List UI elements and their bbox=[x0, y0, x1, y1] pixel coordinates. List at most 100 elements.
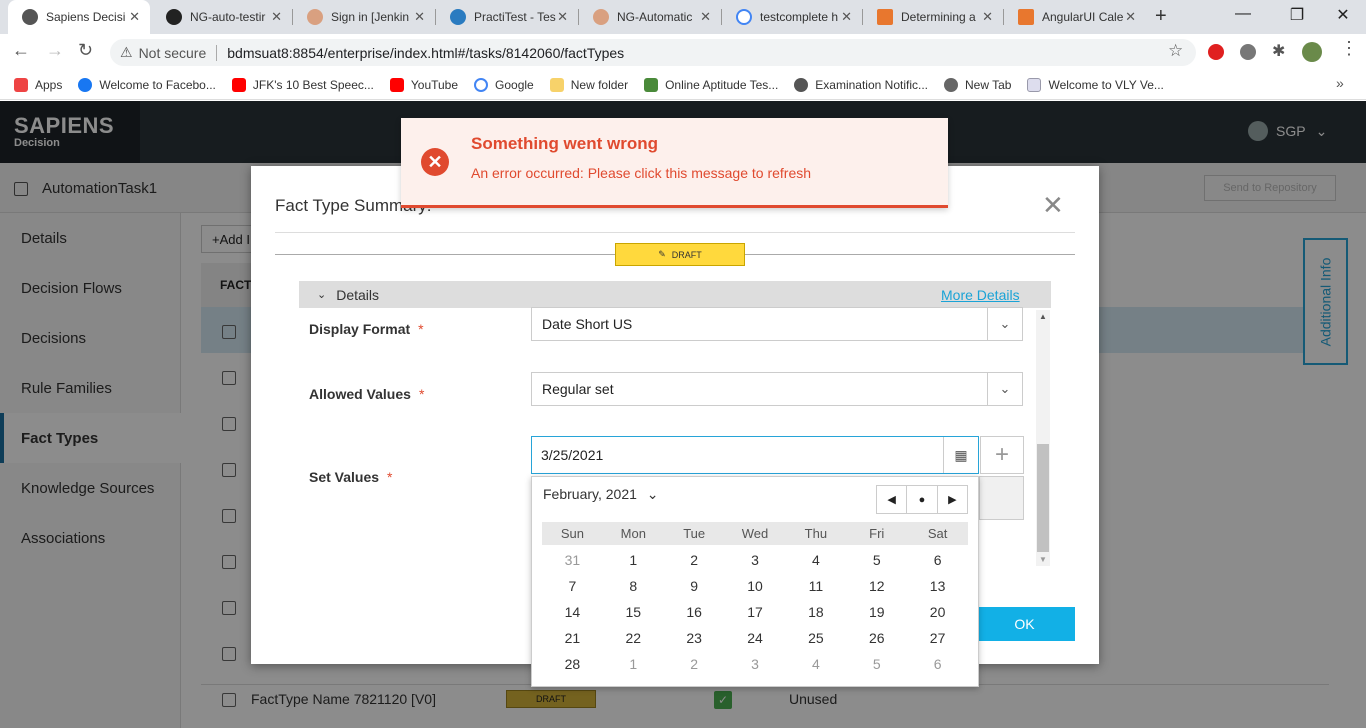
close-icon[interactable]: ✕ bbox=[129, 9, 140, 25]
calendar-day[interactable]: 2 bbox=[664, 547, 725, 573]
calendar-day[interactable]: 28 bbox=[542, 651, 603, 677]
bookmark-item[interactable]: Google bbox=[474, 77, 534, 92]
add-value-button[interactable]: + bbox=[980, 436, 1024, 474]
scrollbar-thumb[interactable] bbox=[1037, 444, 1049, 552]
values-list[interactable] bbox=[979, 476, 1024, 520]
chevron-down-icon[interactable]: ⌄ bbox=[987, 308, 1022, 340]
close-icon[interactable]: ✕ bbox=[414, 9, 425, 25]
browser-tab-sapiens[interactable]: Sapiens Decisi ✕ bbox=[8, 0, 150, 34]
scroll-down-icon[interactable]: ▼ bbox=[1039, 555, 1047, 564]
extension-icon[interactable] bbox=[1240, 44, 1256, 60]
close-icon[interactable]: ✕ bbox=[700, 9, 711, 25]
calendar-day[interactable]: 27 bbox=[907, 625, 968, 651]
calendar-day[interactable]: 18 bbox=[785, 599, 846, 625]
month-selector[interactable]: February, 2021 ⌄ bbox=[543, 486, 659, 503]
bookmark-item[interactable]: New Tab bbox=[944, 77, 1011, 92]
toast-title[interactable]: Something went wrong bbox=[471, 134, 658, 154]
bookmark-item[interactable]: JFK's 10 Best Speec... bbox=[231, 77, 374, 92]
browser-tab[interactable]: NG-Automatic ✕ bbox=[579, 0, 721, 34]
calendar-icon[interactable]: ▦ bbox=[943, 437, 978, 473]
calendar-day[interactable]: 23 bbox=[664, 625, 725, 651]
calendar-day[interactable]: 15 bbox=[603, 599, 664, 625]
today-button[interactable]: ● bbox=[907, 486, 938, 513]
address-bar[interactable]: ⚠ Not secure bdmsuat8:8854/enterprise/in… bbox=[110, 39, 1196, 66]
calendar-day[interactable]: 12 bbox=[846, 573, 907, 599]
calendar-day[interactable]: 3 bbox=[725, 547, 786, 573]
minimize-button[interactable]: — bbox=[1228, 5, 1258, 23]
calendar-day[interactable]: 1 bbox=[603, 547, 664, 573]
calendar-day[interactable]: 8 bbox=[603, 573, 664, 599]
calendar-day[interactable]: 11 bbox=[785, 573, 846, 599]
calendar-day[interactable]: 1 bbox=[603, 651, 664, 677]
calendar-day[interactable]: 10 bbox=[725, 573, 786, 599]
close-icon[interactable]: ✕ bbox=[841, 9, 852, 25]
calendar-day[interactable]: 20 bbox=[907, 599, 968, 625]
calendar-day[interactable]: 26 bbox=[846, 625, 907, 651]
maximize-button[interactable]: ❐ bbox=[1282, 5, 1312, 25]
error-toast[interactable] bbox=[401, 118, 948, 208]
calendar-day[interactable]: 21 bbox=[542, 625, 603, 651]
close-icon[interactable]: ✕ bbox=[557, 9, 568, 25]
display-format-select[interactable]: Date Short US ⌄ bbox=[531, 307, 1023, 341]
calendar-day[interactable]: 4 bbox=[785, 547, 846, 573]
ok-button[interactable]: OK bbox=[974, 607, 1075, 641]
back-button[interactable]: ← bbox=[12, 40, 30, 61]
bookmark-item[interactable]: Examination Notific... bbox=[794, 77, 928, 92]
calendar-day[interactable]: 17 bbox=[725, 599, 786, 625]
bookmark-item[interactable]: Online Aptitude Tes... bbox=[644, 77, 778, 92]
calendar-day[interactable]: 24 bbox=[725, 625, 786, 651]
calendar-day[interactable]: 14 bbox=[542, 599, 603, 625]
calendar-day[interactable]: 9 bbox=[664, 573, 725, 599]
browser-tab[interactable]: PractiTest - Tes ✕ bbox=[436, 0, 578, 34]
forward-button[interactable]: → bbox=[46, 40, 64, 61]
close-icon[interactable]: ✕ bbox=[1042, 192, 1064, 218]
browser-tab[interactable]: testcomplete h ✕ bbox=[722, 0, 862, 34]
menu-icon[interactable]: ⋮ bbox=[1340, 38, 1358, 59]
warning-icon[interactable]: ⚠ bbox=[120, 44, 133, 61]
security-label[interactable]: Not secure bbox=[139, 45, 207, 61]
date-input[interactable]: 3/25/2021 bbox=[531, 436, 979, 474]
close-icon[interactable]: ✕ bbox=[271, 9, 282, 25]
calendar-day[interactable]: 13 bbox=[907, 573, 968, 599]
browser-tab[interactable]: Determining a ✕ bbox=[863, 0, 1003, 34]
browser-tab[interactable]: AngularUI Cale ✕ bbox=[1004, 0, 1146, 34]
calendar-day[interactable]: 6 bbox=[907, 651, 968, 677]
calendar-day[interactable]: 4 bbox=[785, 651, 846, 677]
adblock-icon[interactable] bbox=[1208, 44, 1224, 60]
bookmark-star-icon[interactable]: ☆ bbox=[1168, 41, 1183, 61]
window-close-button[interactable]: ✕ bbox=[1328, 5, 1358, 25]
details-section-header[interactable]: ⌄ Details bbox=[299, 281, 1051, 308]
more-bookmarks-icon[interactable]: » bbox=[1336, 75, 1344, 91]
bookmark-item[interactable]: New folder bbox=[549, 77, 628, 92]
calendar-day[interactable]: 22 bbox=[603, 625, 664, 651]
calendar-day[interactable]: 19 bbox=[846, 599, 907, 625]
chevron-down-icon[interactable]: ⌄ bbox=[987, 373, 1022, 405]
bookmark-apps[interactable]: Apps bbox=[14, 77, 62, 92]
calendar-day[interactable]: 7 bbox=[542, 573, 603, 599]
calendar-day[interactable]: 16 bbox=[664, 599, 725, 625]
bookmark-item[interactable]: YouTube bbox=[389, 77, 458, 92]
previous-month-button[interactable]: ◀ bbox=[877, 486, 908, 513]
url-text[interactable]: bdmsuat8:8854/enterprise/index.html#/tas… bbox=[227, 45, 624, 61]
browser-tab[interactable]: Sign in [Jenkin ✕ bbox=[293, 0, 435, 34]
new-tab-button[interactable]: + bbox=[1155, 5, 1167, 28]
calendar-day[interactable]: 5 bbox=[846, 547, 907, 573]
next-month-button[interactable]: ▶ bbox=[938, 486, 967, 513]
reload-button[interactable]: ↻ bbox=[78, 40, 93, 61]
more-details-link[interactable]: More Details bbox=[941, 287, 1020, 303]
puzzle-icon[interactable]: ✱ bbox=[1272, 41, 1285, 61]
calendar-day[interactable]: 5 bbox=[846, 651, 907, 677]
toast-message[interactable]: An error occurred: Please click this mes… bbox=[471, 165, 811, 181]
bookmark-item[interactable]: Welcome to Facebo... bbox=[78, 77, 216, 92]
close-icon[interactable]: ✕ bbox=[982, 9, 993, 25]
calendar-day[interactable]: 6 bbox=[907, 547, 968, 573]
calendar-day[interactable]: 2 bbox=[664, 651, 725, 677]
allowed-values-select[interactable]: Regular set ⌄ bbox=[531, 372, 1023, 406]
calendar-day[interactable]: 31 bbox=[542, 547, 603, 573]
calendar-day[interactable]: 25 bbox=[785, 625, 846, 651]
browser-tab[interactable]: NG-auto-testir ✕ bbox=[152, 0, 292, 34]
close-icon[interactable]: ✕ bbox=[1125, 9, 1136, 25]
calendar-day[interactable]: 3 bbox=[725, 651, 786, 677]
avatar[interactable] bbox=[1302, 42, 1322, 62]
bookmark-item[interactable]: Welcome to VLY Ve... bbox=[1027, 77, 1164, 92]
